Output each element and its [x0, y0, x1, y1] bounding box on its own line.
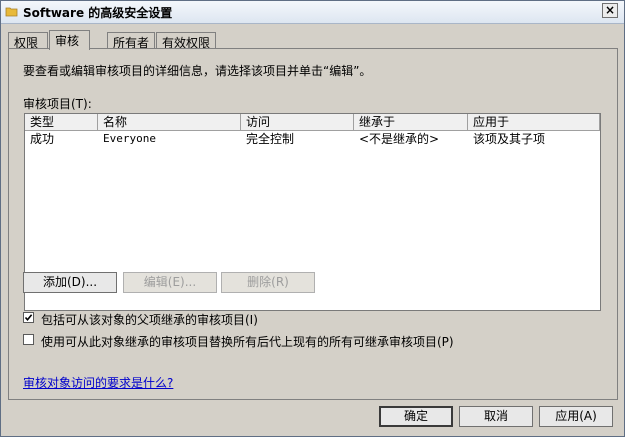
folder-icon	[5, 5, 18, 18]
cell-applies-to: 该项及其子项	[473, 132, 546, 146]
close-button[interactable]: ×	[602, 3, 618, 18]
remove-button[interactable]: 删除(R)	[221, 272, 315, 293]
column-header-inherited-from[interactable]: 继承于	[354, 114, 468, 130]
window-title: Software 的高级安全设置	[23, 6, 173, 20]
edit-button[interactable]: 编辑(E)...	[123, 272, 217, 293]
ok-button[interactable]: 确定	[379, 406, 453, 427]
advanced-security-dialog: Software 的高级安全设置 × 权限 审核 所有者 有效权限 要查看或编辑…	[0, 0, 625, 437]
tab-effective-permissions[interactable]: 有效权限	[156, 32, 216, 50]
column-header-applies-to[interactable]: 应用于	[468, 114, 600, 130]
cancel-button[interactable]: 取消	[459, 406, 533, 427]
cell-inherited-from: <不是继承的>	[359, 132, 440, 146]
audit-entries-label: 审核项目(T):	[23, 97, 92, 111]
add-button[interactable]: 添加(D)...	[23, 272, 117, 293]
title-bar[interactable]: Software 的高级安全设置 ×	[1, 1, 624, 24]
instructions-text: 要查看或编辑审核项目的详细信息，请选择该项目并单击“编辑”。	[23, 64, 372, 78]
include-inheritable-checkbox[interactable]	[23, 312, 34, 323]
apply-button[interactable]: 应用(A)	[539, 406, 613, 427]
include-inheritable-label: 包括可从该对象的父项继承的审核项目(I)	[41, 313, 258, 327]
tab-permissions[interactable]: 权限	[8, 32, 48, 50]
replace-child-label: 使用可从此对象继承的审核项目替换所有后代上现有的所有可继承审核项目(P)	[41, 335, 454, 349]
tab-owner[interactable]: 所有者	[107, 32, 155, 50]
column-header-name[interactable]: 名称	[98, 114, 241, 130]
list-header: 类型 名称 访问 继承于 应用于	[25, 114, 600, 131]
auditing-panel: 要查看或编辑审核项目的详细信息，请选择该项目并单击“编辑”。 审核项目(T): …	[8, 48, 618, 400]
table-row[interactable]: 成功 Everyone 完全控制 <不是继承的> 该项及其子项	[25, 131, 600, 147]
column-header-type[interactable]: 类型	[25, 114, 98, 130]
cell-name: Everyone	[103, 132, 156, 145]
column-header-access[interactable]: 访问	[241, 114, 354, 130]
auditing-help-link[interactable]: 审核对象访问的要求是什么?	[23, 374, 173, 391]
tab-auditing[interactable]: 审核	[49, 30, 90, 50]
replace-child-checkbox[interactable]	[23, 334, 34, 345]
cell-type: 成功	[30, 132, 55, 146]
cell-access: 完全控制	[246, 132, 295, 146]
